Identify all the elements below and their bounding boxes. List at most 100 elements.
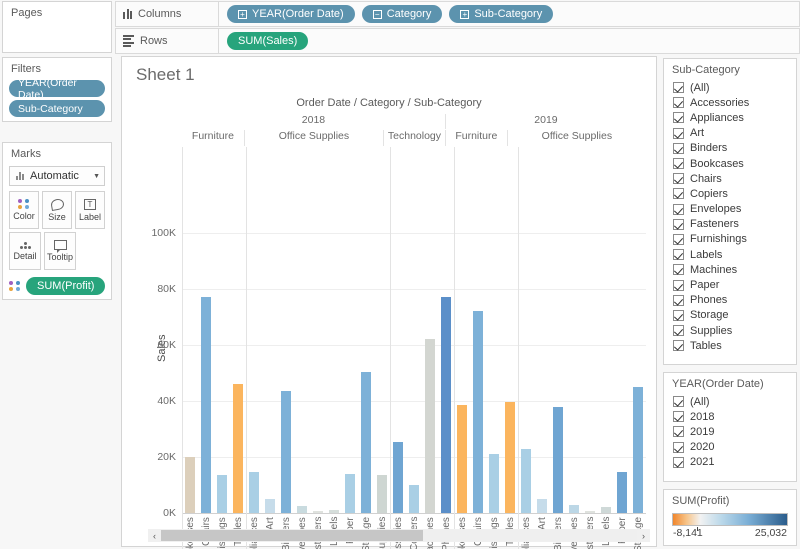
rows-shelf-drop-area[interactable]: SUM(Sales): [219, 28, 800, 54]
subcategory-filter-item[interactable]: Copiers: [664, 186, 796, 201]
bar-mark[interactable]: [601, 507, 611, 513]
bar-mark[interactable]: [489, 454, 499, 513]
subcategory-filter-item[interactable]: Paper: [664, 277, 796, 292]
columns-pill-year[interactable]: + YEAR(Order Date): [227, 5, 355, 23]
rows-pill-sum-sales[interactable]: SUM(Sales): [227, 32, 308, 50]
subcategory-filter-item[interactable]: Binders: [664, 141, 796, 156]
bar-mark[interactable]: [617, 472, 627, 513]
checkbox-checked-icon[interactable]: [673, 442, 684, 453]
checkbox-checked-icon[interactable]: [673, 143, 684, 154]
subcategory-filter-item[interactable]: Envelopes: [664, 202, 796, 217]
bar-mark[interactable]: [377, 475, 387, 513]
checkbox-checked-icon[interactable]: [673, 128, 684, 139]
checkbox-checked-icon[interactable]: [673, 310, 684, 321]
checkbox-checked-icon[interactable]: [673, 219, 684, 230]
checkbox-checked-icon[interactable]: [673, 457, 684, 468]
marks-color-pill[interactable]: SUM(Profit): [26, 277, 105, 295]
bar-mark[interactable]: [409, 485, 419, 513]
bar-mark[interactable]: [553, 407, 563, 513]
checkbox-checked-icon[interactable]: [673, 234, 684, 245]
checkbox-checked-icon[interactable]: [673, 112, 684, 123]
category-header-cell[interactable]: Technology: [383, 130, 445, 146]
checkbox-checked-icon[interactable]: [673, 396, 684, 407]
year-filter-item[interactable]: 2019: [664, 424, 796, 439]
scrollbar-thumb[interactable]: [161, 530, 423, 541]
marks-detail-button[interactable]: Detail: [9, 232, 41, 270]
bar-mark[interactable]: [473, 311, 483, 513]
subcategory-filter-item[interactable]: Bookcases: [664, 156, 796, 171]
marks-type-dropdown[interactable]: Automatic ▼: [9, 166, 105, 186]
horizontal-scrollbar[interactable]: ‹ ›: [148, 529, 650, 542]
expand-plus-icon[interactable]: +: [460, 10, 469, 19]
category-header-cell[interactable]: Furniture: [445, 130, 507, 146]
bar-mark[interactable]: [329, 510, 339, 513]
year-filter-item[interactable]: (All): [664, 394, 796, 409]
checkbox-checked-icon[interactable]: [673, 158, 684, 169]
filter-pill-subcategory[interactable]: Sub-Category: [9, 100, 105, 117]
checkbox-checked-icon[interactable]: [673, 204, 684, 215]
subcategory-filter-item[interactable]: Art: [664, 126, 796, 141]
bar-mark[interactable]: [505, 402, 515, 513]
subcategory-filter-item[interactable]: Chairs: [664, 171, 796, 186]
bar-mark[interactable]: [521, 449, 531, 513]
checkbox-checked-icon[interactable]: [673, 249, 684, 260]
subcategory-filter-item[interactable]: Supplies: [664, 323, 796, 338]
category-header-cell[interactable]: Office Supplies: [507, 130, 646, 146]
subcategory-filter-item[interactable]: Appliances: [664, 110, 796, 125]
marks-label-button[interactable]: T Label: [75, 191, 105, 229]
bar-mark[interactable]: [233, 384, 243, 513]
bar-mark[interactable]: [361, 372, 371, 513]
year-header-cell[interactable]: 2019: [445, 114, 646, 129]
bar-mark[interactable]: [217, 475, 227, 513]
checkbox-checked-icon[interactable]: [673, 97, 684, 108]
subcategory-filter-item[interactable]: Fasteners: [664, 217, 796, 232]
columns-pill-category[interactable]: − Category: [362, 5, 443, 23]
checkbox-checked-icon[interactable]: [673, 264, 684, 275]
bar-mark[interactable]: [345, 474, 355, 513]
bar-mark[interactable]: [569, 505, 579, 513]
subcategory-filter-item[interactable]: Machines: [664, 262, 796, 277]
marks-size-button[interactable]: Size: [42, 191, 72, 229]
checkbox-checked-icon[interactable]: [673, 173, 684, 184]
bar-mark[interactable]: [313, 511, 323, 513]
bar-mark[interactable]: [265, 499, 275, 513]
subcategory-filter-item[interactable]: Phones: [664, 293, 796, 308]
subcategory-filter-item[interactable]: (All): [664, 80, 796, 95]
columns-shelf-drop-area[interactable]: + YEAR(Order Date) − Category + Sub-Cate…: [219, 1, 800, 27]
bar-mark[interactable]: [441, 297, 451, 513]
bar-mark[interactable]: [201, 297, 211, 513]
checkbox-checked-icon[interactable]: [673, 411, 684, 422]
filter-pill-year[interactable]: YEAR(Order Date): [9, 80, 105, 97]
marks-tooltip-button[interactable]: Tooltip: [44, 232, 76, 270]
subcategory-filter-item[interactable]: Tables: [664, 338, 796, 353]
year-filter-item[interactable]: 2021: [664, 455, 796, 470]
collapse-minus-icon[interactable]: −: [373, 10, 382, 19]
columns-pill-subcategory[interactable]: + Sub-Category: [449, 5, 553, 23]
bar-mark[interactable]: [393, 442, 403, 513]
subcategory-filter-item[interactable]: Labels: [664, 247, 796, 262]
bar-mark[interactable]: [425, 339, 435, 513]
bar-mark[interactable]: [585, 511, 595, 513]
year-header-cell[interactable]: 2018: [182, 114, 445, 129]
checkbox-checked-icon[interactable]: [673, 188, 684, 199]
subcategory-filter-item[interactable]: Storage: [664, 308, 796, 323]
year-filter-item[interactable]: 2018: [664, 409, 796, 424]
scrollbar-track[interactable]: [161, 530, 637, 541]
bar-mark[interactable]: [185, 457, 195, 513]
category-header-cell[interactable]: Office Supplies: [244, 130, 383, 146]
checkbox-checked-icon[interactable]: [673, 426, 684, 437]
bar-mark[interactable]: [633, 387, 643, 513]
marks-color-button[interactable]: Color: [9, 191, 39, 229]
category-header-cell[interactable]: Furniture: [182, 130, 244, 146]
bar-mark[interactable]: [297, 506, 307, 513]
scroll-right-arrow-icon[interactable]: ›: [637, 531, 650, 541]
bar-mark[interactable]: [457, 405, 467, 513]
subcategory-filter-item[interactable]: Accessories: [664, 95, 796, 110]
bar-mark[interactable]: [249, 472, 259, 513]
bar-mark[interactable]: [281, 391, 291, 513]
subcategory-filter-item[interactable]: Furnishings: [664, 232, 796, 247]
checkbox-checked-icon[interactable]: [673, 325, 684, 336]
checkbox-checked-icon[interactable]: [673, 82, 684, 93]
expand-plus-icon[interactable]: +: [238, 10, 247, 19]
checkbox-checked-icon[interactable]: [673, 340, 684, 351]
